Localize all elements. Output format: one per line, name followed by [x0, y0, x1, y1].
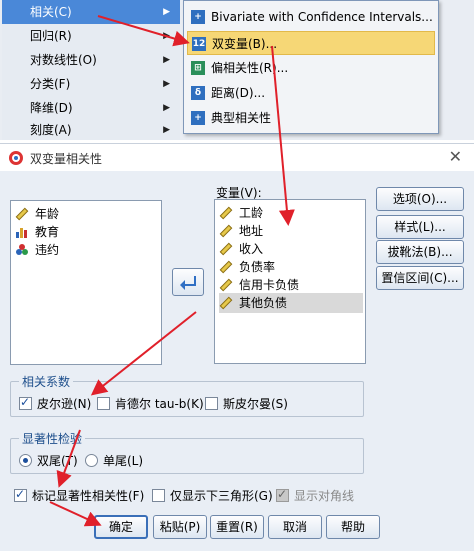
- arrow-left-icon: [180, 275, 196, 290]
- lower-triangle-checkbox[interactable]: [152, 489, 165, 502]
- menu-item-correlate[interactable]: 相关(C) ▶: [2, 0, 180, 24]
- list-item-label: 工龄: [239, 206, 264, 220]
- submenu-item-bivariate[interactable]: 12 双变量(B)...: [187, 31, 435, 55]
- kendall-label: 肯德尔 tau-b(K): [115, 397, 204, 411]
- submenu-arrow-icon: ▶: [163, 55, 170, 65]
- scale-ruler-icon: [15, 207, 29, 221]
- menu-item-regression[interactable]: 回归(R) ▶: [2, 24, 180, 48]
- pearson-label: 皮尔逊(N): [37, 397, 92, 411]
- ok-button[interactable]: 确定: [94, 515, 148, 539]
- show-diagonal-checkbox: [276, 487, 289, 502]
- submenu-arrow-icon: ▶: [163, 125, 170, 135]
- group-label: 显著性检验: [19, 430, 86, 447]
- spearman-label: 斯皮尔曼(S): [223, 397, 288, 411]
- target-variable-list[interactable]: 工龄 地址 收入 负债率 信用卡负债 其他负债: [214, 199, 366, 364]
- ordinal-bars-icon: [16, 228, 27, 238]
- list-item-label: 负债率: [239, 260, 276, 274]
- nominal-circles-icon: [16, 244, 28, 255]
- one-tailed-radio[interactable]: [85, 454, 98, 467]
- list-item[interactable]: 违约: [15, 240, 59, 260]
- app-icon: [9, 151, 23, 165]
- menu-item-dimension-reduction[interactable]: 降维(D) ▶: [2, 96, 180, 120]
- list-item[interactable]: 信用卡负债: [219, 275, 299, 295]
- canonical-icon: +: [191, 111, 205, 125]
- submenu-item-canonical[interactable]: + 典型相关性: [187, 106, 435, 130]
- menu-item-label: 刻度(A): [30, 123, 72, 137]
- submenu-item-partial[interactable]: ⊞ 偏相关性(R)...: [187, 56, 435, 80]
- submenu-item-label: 偏相关性(R)...: [211, 61, 289, 75]
- scale-ruler-icon: [219, 224, 233, 238]
- submenu-item-bivariate-ci[interactable]: + Bivariate with Confidence Intervals...: [187, 5, 435, 29]
- bootstrap-button[interactable]: 拔靴法(B)...: [376, 240, 464, 264]
- submenu-arrow-icon: ▶: [163, 103, 170, 113]
- submenu-arrow-icon: ▶: [163, 31, 170, 41]
- bivariate-12-icon: 12: [192, 37, 206, 51]
- correlation-coefficients-group: 相关系数 皮尔逊(N) 肯德尔 tau-b(K) 斯皮尔曼(S): [10, 373, 364, 417]
- list-item-label: 其他负债: [239, 296, 288, 310]
- bivariate-icon: +: [191, 10, 205, 24]
- menu-item-label: 降维(D): [30, 101, 73, 115]
- paste-button[interactable]: 粘贴(P): [153, 515, 207, 539]
- list-item[interactable]: 其他负债: [219, 293, 363, 313]
- style-button[interactable]: 样式(L)...: [376, 215, 464, 239]
- source-variable-list[interactable]: 年龄 教育 违约: [10, 200, 162, 365]
- list-item-label: 地址: [239, 224, 264, 238]
- group-label: 相关系数: [19, 373, 74, 390]
- list-item-label: 年龄: [35, 207, 60, 221]
- analyze-menu: 相关(C) ▶ 回归(R) ▶ 对数线性(O) ▶ 分类(F) ▶ 降维(D) …: [2, 0, 180, 140]
- show-diagonal-label: 显示对角线: [294, 489, 355, 503]
- reset-button[interactable]: 重置(R): [210, 515, 264, 539]
- distance-icon: δ: [191, 86, 205, 100]
- menu-item-loglinear[interactable]: 对数线性(O) ▶: [2, 48, 180, 72]
- list-item[interactable]: 教育: [15, 222, 59, 242]
- spearman-checkbox[interactable]: [205, 397, 218, 410]
- scale-ruler-icon: [219, 260, 233, 274]
- options-button[interactable]: 选项(O)...: [376, 187, 464, 211]
- scale-ruler-icon: [219, 242, 233, 256]
- dialog-title: 双变量相关性: [30, 152, 103, 166]
- submenu-arrow-icon: ▶: [163, 79, 170, 89]
- menu-item-label: 分类(F): [30, 77, 71, 91]
- submenu-arrow-icon: ▶: [163, 7, 170, 17]
- help-button[interactable]: 帮助: [326, 515, 380, 539]
- confidence-interval-button[interactable]: 置信区间(C)...: [376, 266, 464, 290]
- list-item-label: 信用卡负债: [239, 278, 300, 292]
- two-tailed-radio[interactable]: [19, 454, 32, 467]
- menu-item-scale[interactable]: 刻度(A) ▶: [2, 118, 180, 142]
- one-tailed-label: 单尾(L): [103, 454, 144, 468]
- submenu-item-label: 距离(D)...: [211, 86, 266, 100]
- list-item-label: 违约: [35, 243, 60, 257]
- list-item-label: 教育: [35, 225, 60, 239]
- pearson-checkbox[interactable]: [19, 395, 32, 410]
- list-item[interactable]: 工龄: [219, 203, 263, 223]
- correlate-submenu: + Bivariate with Confidence Intervals...…: [183, 0, 439, 134]
- lower-triangle-label: 仅显示下三角形(G): [170, 489, 273, 503]
- scale-ruler-icon: [219, 296, 233, 310]
- menu-item-label: 相关(C): [30, 5, 72, 19]
- kendall-checkbox[interactable]: [97, 397, 110, 410]
- close-icon[interactable]: ✕: [449, 147, 462, 166]
- scale-ruler-icon: [219, 206, 233, 220]
- list-item-label: 收入: [239, 242, 264, 256]
- move-variable-button[interactable]: [172, 268, 204, 296]
- submenu-item-label: 典型相关性: [211, 111, 272, 125]
- two-tailed-label: 双尾(T): [37, 454, 78, 468]
- submenu-item-label: 双变量(B)...: [212, 37, 278, 51]
- menu-item-label: 对数线性(O): [30, 53, 97, 67]
- list-item[interactable]: 负债率: [219, 257, 275, 277]
- flag-significant-checkbox[interactable]: [14, 487, 27, 502]
- list-item[interactable]: 地址: [219, 221, 263, 241]
- submenu-item-distances[interactable]: δ 距离(D)...: [187, 81, 435, 105]
- dialog-titlebar[interactable]: 双变量相关性 ✕: [0, 143, 474, 171]
- partial-icon: ⊞: [191, 61, 205, 75]
- submenu-item-label: Bivariate with Confidence Intervals...: [211, 10, 433, 24]
- list-item[interactable]: 年龄: [15, 204, 59, 224]
- menu-item-classify[interactable]: 分类(F) ▶: [2, 72, 180, 96]
- menu-item-label: 回归(R): [30, 29, 72, 43]
- cancel-button[interactable]: 取消: [268, 515, 322, 539]
- scale-ruler-icon: [219, 278, 233, 292]
- flag-significant-label: 标记显著性相关性(F): [32, 489, 145, 503]
- significance-test-group: 显著性检验 双尾(T) 单尾(L): [10, 430, 364, 474]
- list-item[interactable]: 收入: [219, 239, 263, 259]
